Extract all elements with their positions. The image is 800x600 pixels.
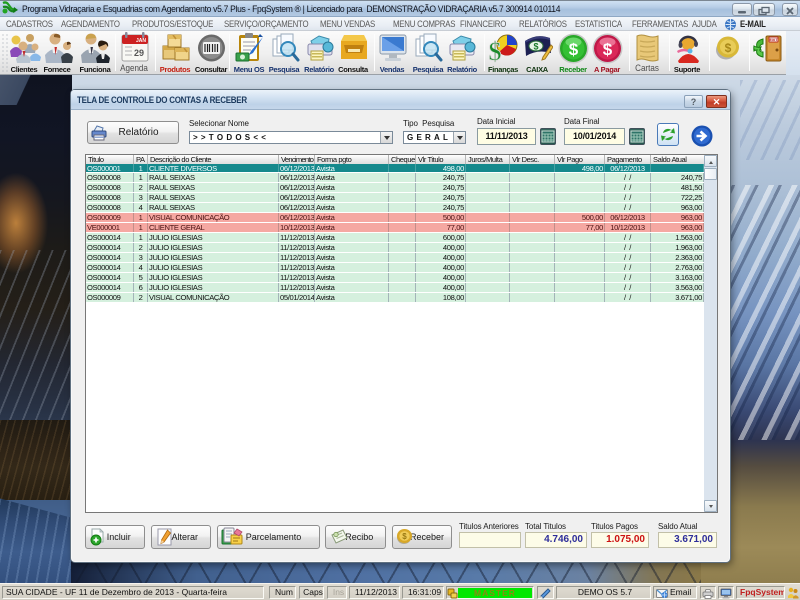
svg-text:29: 29 xyxy=(134,48,144,58)
svg-text:JAN: JAN xyxy=(136,38,146,44)
svg-text:$: $ xyxy=(489,37,502,64)
svg-text:$: $ xyxy=(402,532,407,541)
svg-text:$: $ xyxy=(725,41,732,55)
svg-text:EXIT: EXIT xyxy=(770,38,779,42)
svg-text:$: $ xyxy=(569,40,579,59)
svg-text:$: $ xyxy=(533,42,538,52)
svg-text:$: $ xyxy=(603,40,613,59)
